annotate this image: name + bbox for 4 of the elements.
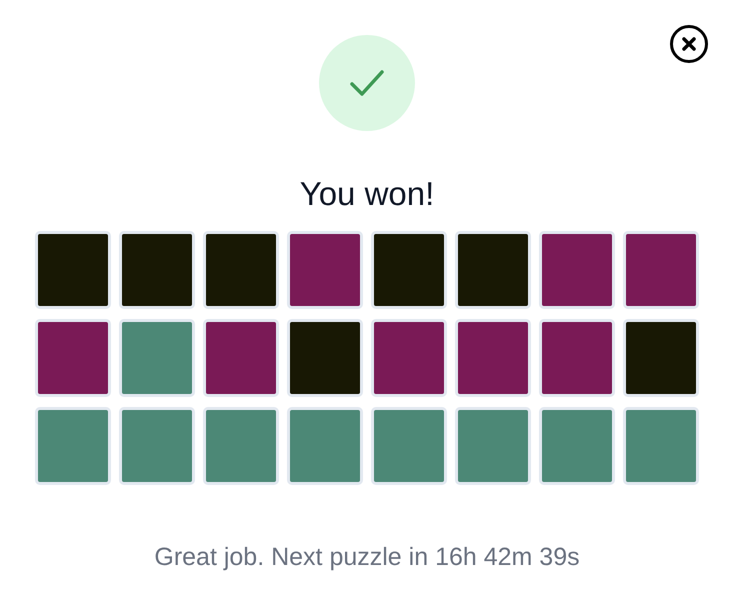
close-button[interactable] [669, 24, 709, 64]
close-icon [669, 24, 709, 64]
result-title: You won! [300, 175, 434, 213]
countdown-message: Great job. Next puzzle in 16h 42m 39s [154, 543, 580, 572]
